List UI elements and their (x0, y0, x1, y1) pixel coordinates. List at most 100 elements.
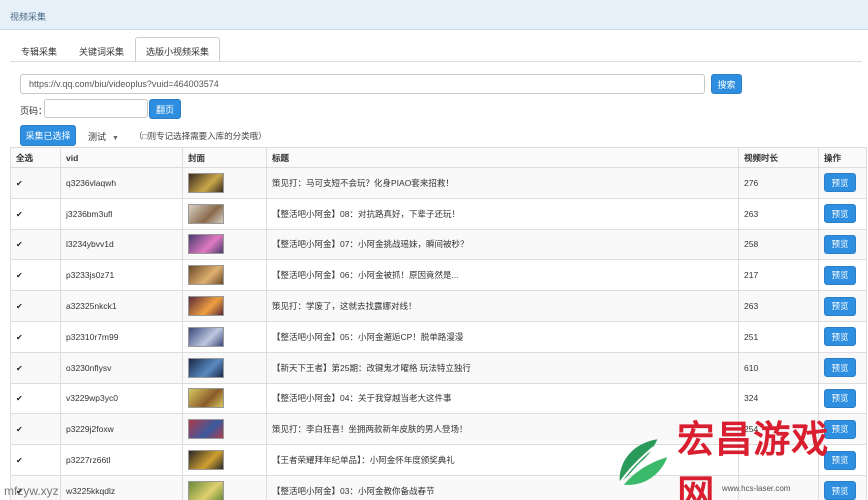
preview-button[interactable]: 预览 (824, 296, 856, 316)
cover-thumbnail (188, 450, 224, 471)
row-checkbox[interactable]: ✔ (16, 426, 24, 434)
row-checkbox[interactable]: ✔ (16, 457, 24, 465)
table-row: ✔ p3233js0z71 【整活吧小阿金】06：小阿金被抓！原因竟然是... 217… (10, 259, 867, 292)
caret-down-icon: ▼ (112, 135, 119, 142)
watermark-url: mfzyw.xyz (4, 484, 59, 498)
row-checkbox[interactable]: ✔ (16, 333, 24, 342)
duration-cell: 263 (738, 290, 819, 322)
cover-cell (182, 320, 267, 353)
row-select-cell: ✔ (10, 197, 61, 230)
brand-logo: 宏昌游戏网 www.hcs-laser.com (610, 418, 865, 500)
row-select-cell: ✔ (10, 167, 61, 199)
tab-bar: 专辑采集 关键词采集 选版小视频采集 (10, 37, 221, 62)
vid-cell: p3227rz66tl (60, 444, 183, 476)
duration-cell: 276 (738, 167, 819, 199)
table-row: ✔ q3236vlaqwh 策见打：马可支短不会玩？化身PIAO套来招救！ 276 预览 (10, 167, 867, 199)
preview-button[interactable]: 预览 (824, 265, 856, 285)
table-header-row: 全选 vid 封面 标题 视频时长 操作 (10, 147, 867, 168)
preview-button[interactable]: 预览 (824, 327, 856, 347)
vid-cell: p3233js0z71 (60, 259, 183, 292)
title-header: 标题 (266, 147, 739, 168)
table-row: ✔ o3230nflysv 【新天下王者】第25期：改键鬼才曜格 玩法特立独行 610… (10, 351, 867, 384)
row-select-cell: ✔ (10, 259, 61, 292)
action-cell: 预览 (818, 351, 867, 384)
title-cell: 【整活吧小阿金】08：对抗路真好，下辈子还玩！ (266, 197, 739, 230)
duration-cell: 217 (738, 259, 819, 292)
duration-cell: 263 (738, 197, 819, 230)
cover-cell (182, 413, 267, 446)
cover-cell (182, 167, 267, 199)
page-button[interactable]: 翻页 (149, 99, 181, 119)
cover-cell (182, 351, 267, 384)
tab-keyword[interactable]: 关键词采集 (68, 37, 135, 62)
cover-thumbnail (188, 296, 224, 317)
row-checkbox[interactable]: ✔ (16, 364, 24, 373)
cover-cell (182, 197, 267, 230)
action-header: 操作 (818, 147, 867, 168)
url-input[interactable] (20, 74, 705, 94)
preview-button[interactable]: 预览 (824, 204, 856, 224)
title-cell: 【整活吧小阿金】04：关于我穿越当老大这件事 (266, 382, 739, 415)
vid-cell: l3234ybvv1d (60, 228, 183, 261)
cover-cell (182, 444, 267, 476)
leaf-logo-icon (619, 439, 668, 485)
row-select-cell: ✔ (10, 320, 61, 353)
brand-url: www.hcs-laser.com (722, 484, 791, 493)
duration-cell: 258 (738, 228, 819, 261)
action-cell: 预览 (818, 290, 867, 322)
action-cell: 预览 (818, 259, 867, 292)
title-cell: 【整活吧小阿金】05：小阿金邂逅CP！脱单路漫漫 (266, 320, 739, 353)
collect-selected-button[interactable]: 采集已选择 (20, 125, 76, 146)
cover-cell (182, 228, 267, 261)
cover-thumbnail (188, 419, 224, 440)
table-row: ✔ j3236bm3ufl 【整活吧小阿金】08：对抗路真好，下辈子还玩！ 263 预览 (10, 197, 867, 230)
cover-thumbnail (188, 203, 224, 224)
row-select-cell: ✔ (10, 290, 61, 322)
vid-cell: w3225kkqdlz (60, 474, 183, 500)
row-checkbox[interactable]: ✔ (16, 241, 24, 249)
panel-title: 视频采集 (0, 0, 868, 30)
title-cell: 策见打：学废了，这就去找露娜对线！ (266, 290, 739, 322)
tab-album[interactable]: 专辑采集 (10, 37, 68, 62)
preview-button[interactable]: 预览 (824, 358, 856, 378)
row-checkbox[interactable]: ✔ (16, 303, 24, 311)
action-cell: 预览 (818, 197, 867, 230)
table-row: ✔ p32310r7m99 【整活吧小阿金】05：小阿金邂逅CP！脱单路漫漫 251 预… (10, 320, 867, 353)
cover-header: 封面 (182, 147, 267, 168)
vid-cell: o3230nflysv (60, 351, 183, 384)
row-select-cell: ✔ (10, 413, 61, 446)
page-input[interactable] (44, 99, 148, 118)
tab-short-video[interactable]: 选版小视频采集 (135, 37, 221, 62)
vid-cell: p32310r7m99 (60, 320, 183, 353)
table-row: ✔ l3234ybvv1d 【整活吧小阿金】07：小阿金挑战瑶妹，瞬间被秒？ 258 预… (10, 228, 867, 261)
vid-cell: p3229j2foxw (60, 413, 183, 446)
action-cell: 预览 (818, 228, 867, 261)
row-checkbox[interactable]: ✔ (16, 395, 24, 403)
preview-button[interactable]: 预览 (824, 173, 856, 193)
row-checkbox[interactable]: ✔ (16, 210, 24, 219)
row-select-cell: ✔ (10, 228, 61, 261)
cover-thumbnail (188, 357, 224, 378)
vid-cell: a32325nkck1 (60, 290, 183, 322)
row-checkbox[interactable]: ✔ (16, 272, 24, 280)
vid-cell: q3236vlaqwh (60, 167, 183, 199)
table-row: ✔ a32325nkck1 策见打：学废了，这就去找露娜对线！ 263 预览 (10, 290, 867, 322)
search-button[interactable]: 搜索 (711, 74, 742, 94)
page-label: 页码： (20, 106, 48, 116)
action-cell: 预览 (818, 320, 867, 353)
title-cell: 【新天下王者】第25期：改键鬼才曜格 玩法特立独行 (266, 351, 739, 384)
select-all-header[interactable]: 全选 (10, 147, 61, 168)
row-select-cell: ✔ (10, 444, 61, 476)
cover-thumbnail (188, 172, 224, 193)
duration-cell: 610 (738, 351, 819, 384)
category-dropdown[interactable]: 测试 ▼ (88, 130, 119, 143)
vid-cell: j3236bm3ufl (60, 197, 183, 230)
cover-thumbnail (188, 234, 224, 255)
category-hint: （□则专记选择需要入库的分类哦） (134, 131, 267, 141)
preview-button[interactable]: 预览 (824, 388, 856, 408)
row-checkbox[interactable]: ✔ (16, 179, 24, 188)
preview-button[interactable]: 预览 (824, 234, 856, 254)
vid-header: vid (60, 147, 183, 168)
row-select-cell: ✔ (10, 382, 61, 415)
tab-divider (10, 61, 862, 62)
